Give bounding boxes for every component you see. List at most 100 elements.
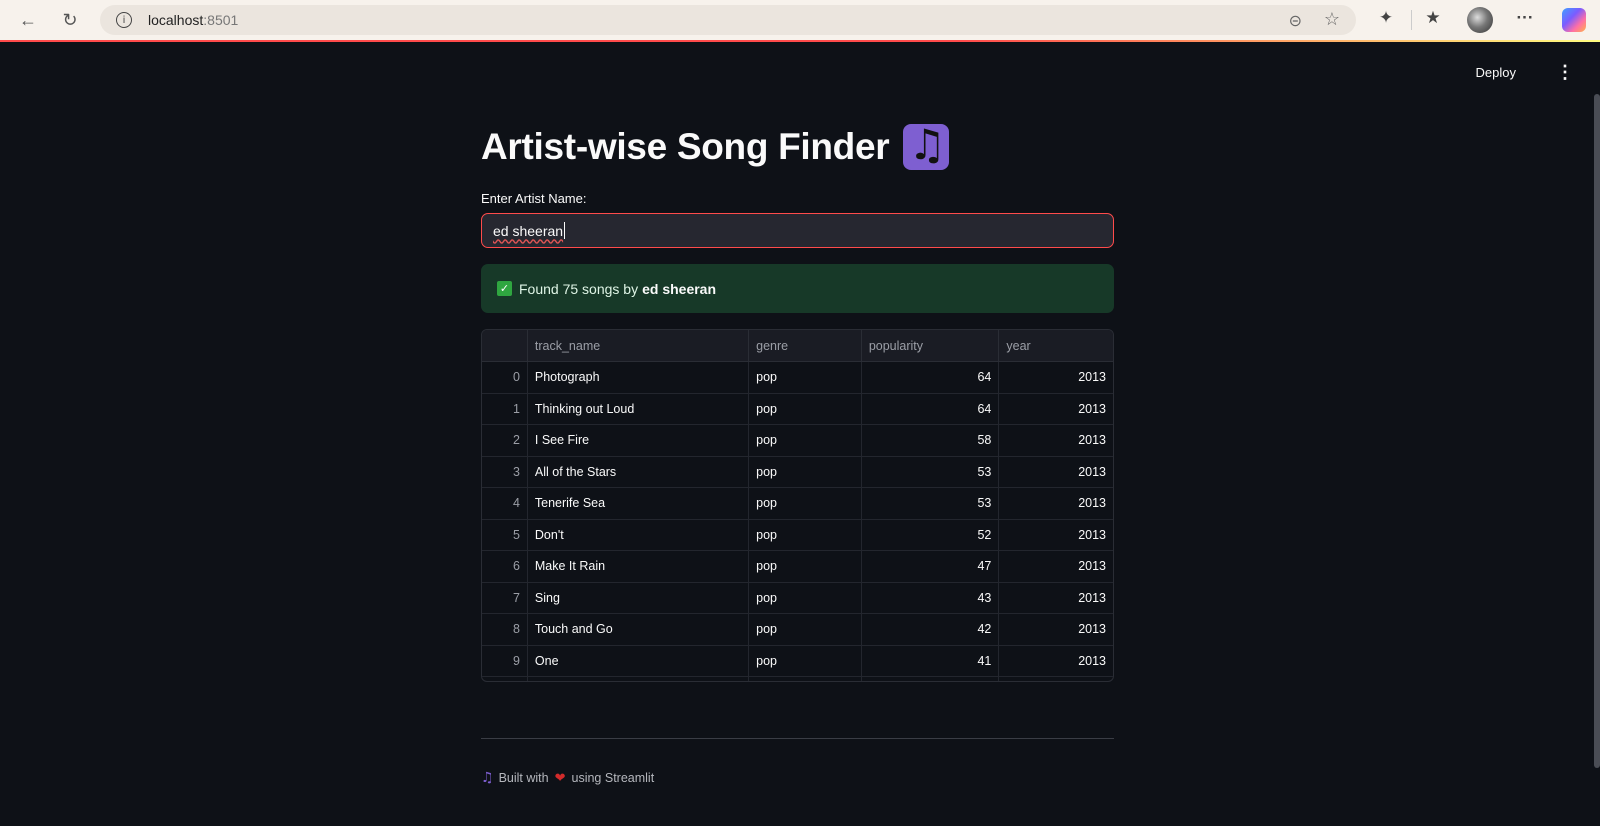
popularity-cell[interactable]: 43 xyxy=(862,582,1000,613)
back-arrow-icon[interactable]: ← xyxy=(14,6,42,34)
year-cell[interactable]: 2013 xyxy=(999,551,1113,582)
row-index-cell[interactable]: 5 xyxy=(482,519,528,550)
genre-cell[interactable]: pop xyxy=(749,582,862,613)
empty-cell xyxy=(999,677,1113,681)
row-index-cell[interactable]: 6 xyxy=(482,551,528,582)
row-index-cell[interactable]: 3 xyxy=(482,456,528,487)
puzzle-icon[interactable]: ✦ xyxy=(1374,8,1398,28)
musical-notes-icon xyxy=(903,120,950,170)
table-body: 0 Photograph pop 64 2013 1 Thinking out Loud po… xyxy=(482,362,1113,681)
track-name-cell[interactable]: Touch and Go xyxy=(528,614,750,645)
artist-name-input[interactable]: ed sheeran xyxy=(481,213,1114,248)
table-row[interactable]: 6 Make It Rain pop 47 2013 xyxy=(482,551,1113,583)
genre-cell[interactable]: pop xyxy=(749,456,862,487)
scrollbar[interactable] xyxy=(1594,94,1600,768)
track-name-cell[interactable]: Photograph xyxy=(528,362,750,393)
alert-text: Found 75 songs by xyxy=(519,280,639,297)
track-name-cell[interactable]: Make It Rain xyxy=(528,551,750,582)
column-header-year[interactable]: year xyxy=(999,330,1113,361)
row-index-cell[interactable]: 8 xyxy=(482,614,528,645)
popularity-cell[interactable]: 47 xyxy=(862,551,1000,582)
copilot-icon[interactable] xyxy=(1562,8,1586,32)
table-row[interactable]: 1 Thinking out Loud pop 64 2013 xyxy=(482,393,1113,425)
table-row[interactable]: 2I See Fire pop 58 2013 xyxy=(482,425,1113,457)
year-cell[interactable]: 2013 xyxy=(999,583,1113,614)
genre-cell[interactable]: pop xyxy=(749,362,862,393)
main-menu-icon[interactable]: ⋮ xyxy=(1556,63,1574,82)
row-index-cell[interactable]: 0 xyxy=(482,362,528,393)
row-index-cell[interactable]: 2 xyxy=(482,425,528,456)
footer-divider xyxy=(481,738,1114,739)
genre-cell[interactable]: pop xyxy=(749,614,862,645)
track-name-cell[interactable]: Thinking out Loud xyxy=(528,393,750,424)
table-header: track_name genre popularity year xyxy=(482,330,1113,362)
profile-avatar[interactable] xyxy=(1467,7,1493,33)
genre-cell[interactable]: pop xyxy=(749,488,862,519)
track-name-cell[interactable]: Sing xyxy=(528,582,750,613)
ellipsis-icon[interactable]: ··· xyxy=(1513,8,1537,28)
address-bar[interactable]: i localhost:8501 ⊝ ☆ xyxy=(100,5,1356,35)
year-cell[interactable]: 2013 xyxy=(999,425,1113,456)
deploy-button[interactable]: Deploy xyxy=(1476,65,1516,80)
year-cell[interactable]: 2013 xyxy=(999,394,1113,425)
table-row[interactable]: 0 Photograph pop 64 2013 xyxy=(482,362,1113,394)
year-cell[interactable]: 2013 xyxy=(999,520,1113,551)
check-icon: ✓ xyxy=(497,281,512,296)
track-name-cell[interactable]: One xyxy=(528,645,750,676)
streamlit-app: Deploy ⋮ Artist-wise Song Finder Enter A… xyxy=(0,42,1600,826)
popularity-cell[interactable]: 53 xyxy=(862,456,1000,487)
songs-dataframe[interactable]: track_name genre popularity year 0 Photog… xyxy=(481,329,1114,682)
favorites-icon[interactable]: ★ xyxy=(1421,8,1445,28)
popularity-cell[interactable]: 52 xyxy=(862,519,1000,550)
reload-icon[interactable]: ↻ xyxy=(56,6,84,34)
year-cell[interactable]: 2013 xyxy=(999,488,1113,519)
genre-cell[interactable]: pop xyxy=(749,425,862,456)
heart-icon: ❤ xyxy=(554,770,566,786)
empty-cell xyxy=(528,677,750,681)
popularity-cell[interactable]: 64 xyxy=(862,362,1000,393)
popularity-cell[interactable]: 53 xyxy=(862,488,1000,519)
table-row[interactable]: 8 Touch and Go pop 42 2013 xyxy=(482,614,1113,646)
year-cell[interactable]: 2013 xyxy=(999,614,1113,645)
info-icon[interactable]: i xyxy=(116,12,132,28)
table-row[interactable]: 5 Don't pop 52 2013 xyxy=(482,519,1113,551)
popularity-cell[interactable]: 42 xyxy=(862,614,1000,645)
row-index-cell[interactable]: 1 xyxy=(482,393,528,424)
table-row[interactable]: 3 All of the Stars pop 53 2013 xyxy=(482,456,1113,488)
footer-built-with: Built with xyxy=(498,771,549,785)
row-index-cell[interactable]: 7 xyxy=(482,582,528,613)
track-name-cell[interactable]: All of the Stars xyxy=(528,456,750,487)
track-name-cell[interactable]: Tenerife Sea xyxy=(528,488,750,519)
year-cell[interactable]: 2013 xyxy=(999,646,1113,677)
popularity-cell[interactable]: 58 xyxy=(862,425,1000,456)
year-cell[interactable]: 2013 xyxy=(999,457,1113,488)
popularity-cell[interactable]: 41 xyxy=(862,645,1000,676)
year-cell[interactable]: 2013 xyxy=(999,362,1113,393)
footer-streamlit: using Streamlit xyxy=(571,771,655,785)
row-index-cell[interactable]: 4 xyxy=(482,488,528,519)
genre-cell[interactable]: pop xyxy=(749,645,862,676)
column-header-genre[interactable]: genre xyxy=(749,330,862,361)
empty-cell xyxy=(482,677,528,681)
genre-cell[interactable]: pop xyxy=(749,519,862,550)
table-row[interactable]: 9 One pop 41 2013 xyxy=(482,645,1113,677)
column-header-track-name[interactable]: track_name xyxy=(528,330,750,361)
track-name-cell[interactable]: Don't xyxy=(528,519,750,550)
row-index-cell[interactable]: 9 xyxy=(482,645,528,676)
browser-toolbar: ← ↻ i localhost:8501 ⊝ ☆ ✦ ★ ··· xyxy=(0,0,1600,40)
column-header-popularity[interactable]: popularity xyxy=(862,330,1000,361)
alert-artist: ed sheeran xyxy=(642,280,717,297)
footer: ♫ Built with ❤ using Streamlit xyxy=(481,770,654,786)
genre-cell[interactable]: pop xyxy=(749,393,862,424)
track-name-cell[interactable]: I See Fire xyxy=(528,425,750,456)
table-row[interactable]: 7 Sing pop 43 2013 xyxy=(482,582,1113,614)
artist-input-value: ed sheeran xyxy=(493,222,564,239)
genre-cell[interactable]: pop xyxy=(749,551,862,582)
star-icon[interactable]: ☆ xyxy=(1324,9,1340,30)
zoom-out-icon[interactable]: ⊝ xyxy=(1289,11,1302,31)
url-text: localhost:8501 xyxy=(148,12,239,28)
column-header-index[interactable] xyxy=(482,330,528,361)
table-row[interactable]: 4 Tenerife Sea pop 53 2013 xyxy=(482,488,1113,520)
popularity-cell[interactable]: 64 xyxy=(862,393,1000,424)
text-caret xyxy=(564,222,566,239)
